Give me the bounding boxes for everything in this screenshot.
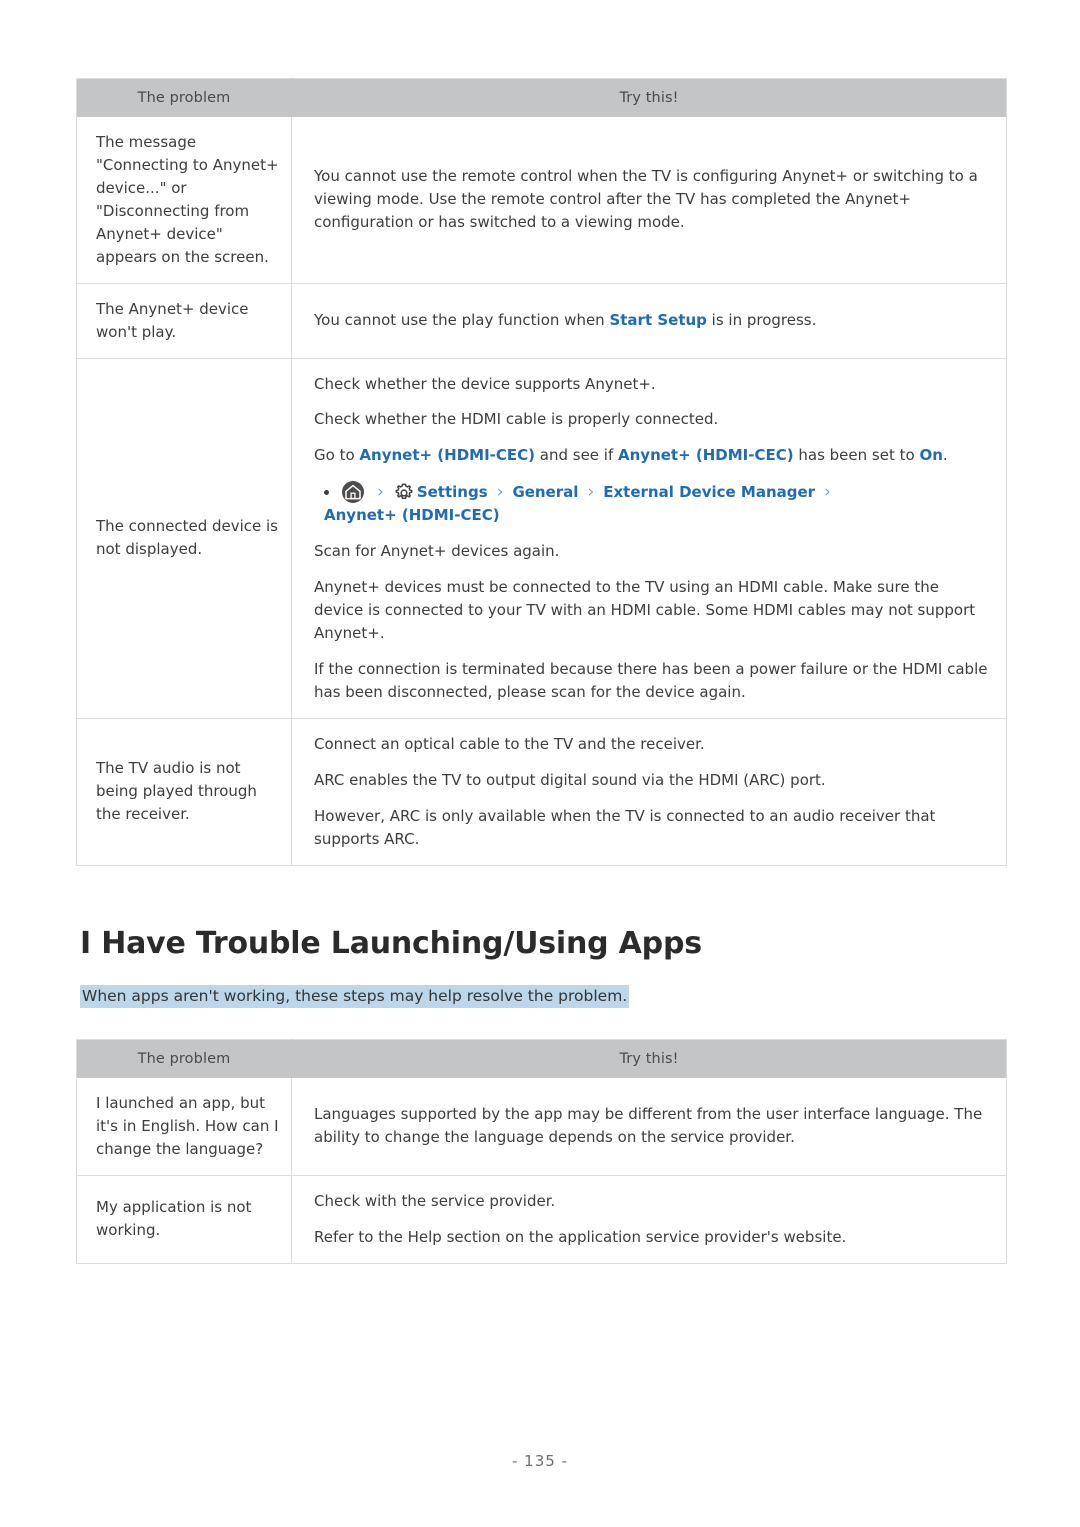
table-one-head: The problem Try this! (76, 78, 1007, 117)
table-row: The problem Try this! (76, 1039, 1007, 1078)
apps-troubleshooting-table: The problem Try this! I launched an app,… (76, 1038, 1007, 1264)
breadcrumb-item-settings[interactable]: Settings (417, 481, 488, 504)
table-row: I launched an app, but it's in English. … (76, 1077, 1007, 1176)
problem-cell: The message "Connecting to Anynet+ devic… (76, 117, 292, 284)
solution-cell: Check whether the device supports Anynet… (291, 357, 1007, 719)
chevron-right-icon: › (587, 481, 595, 502)
solution-paragraph: Check with the service provider. (314, 1191, 556, 1210)
home-icon[interactable] (341, 480, 365, 504)
top-spacer (76, 0, 1004, 78)
breadcrumb: › Settings › General › External Device M… (314, 480, 990, 527)
table-two-head: The problem Try this! (76, 1039, 1007, 1078)
document-page: The problem Try this! The message "Conne… (0, 0, 1080, 1527)
anynet-hdmi-cec-link[interactable]: Anynet+ (HDMI-CEC) (618, 446, 794, 464)
solution-paragraph: You cannot use the play function when St… (314, 309, 990, 332)
problem-cell: The TV audio is not being played through… (76, 717, 292, 866)
column-header-try: Try this! (291, 78, 1007, 117)
section-subtitle-wrapper: When apps aren't working, these steps ma… (80, 983, 1004, 1009)
solution-cell: Languages supported by the app may be di… (292, 1078, 1007, 1175)
text-after-link: is in progress. (706, 311, 817, 330)
solution-paragraph: Scan for Anynet+ devices again. (314, 542, 560, 561)
breadcrumb-item-anynet-hdmi-cec[interactable]: Anynet+ (HDMI-CEC) (324, 504, 500, 527)
table-two-body: I launched an app, but it's in English. … (76, 1077, 1007, 1264)
solution-cell: Check with the service provider. Refer t… (291, 1174, 1007, 1264)
column-header-try: Try this! (291, 1039, 1007, 1078)
chevron-right-icon: › (824, 481, 831, 502)
anynet-troubleshooting-table: The problem Try this! The message "Conne… (76, 78, 1007, 866)
column-header-problem: The problem (76, 1039, 292, 1078)
solution-paragraph: Refer to the Help section on the applica… (314, 1227, 847, 1246)
goto-middle: and see if (535, 446, 619, 465)
goto-setting-line: Go to Anynet+ (HDMI-CEC) and see if Anyn… (314, 444, 990, 467)
goto-suffix: . (942, 446, 948, 465)
column-header-problem: The problem (76, 78, 292, 117)
solution-paragraph: Check whether the HDMI cable is properly… (314, 410, 719, 429)
anynet-hdmi-cec-link[interactable]: Anynet+ (HDMI-CEC) (359, 446, 535, 464)
problem-cell: My application is not working. (76, 1174, 292, 1264)
problem-cell: The Anynet+ device won't play. (76, 282, 292, 358)
solution-paragraph: You cannot use the remote control when t… (314, 167, 978, 232)
table-row: The message "Connecting to Anynet+ devic… (76, 117, 1007, 284)
goto-middle-two: has been set to (793, 446, 920, 465)
gear-icon[interactable] (393, 482, 415, 504)
goto-prefix: Go to (314, 446, 360, 465)
problem-cell: The connected device is not displayed. (76, 357, 292, 719)
table-one-body: The message "Connecting to Anynet+ devic… (76, 117, 1007, 866)
start-setup-link[interactable]: Start Setup (609, 311, 706, 329)
chevron-right-icon: › (377, 481, 384, 502)
table-row: The problem Try this! (76, 78, 1007, 117)
table-row: The TV audio is not being played through… (76, 717, 1007, 866)
solution-paragraph: However, ARC is only available when the … (314, 806, 936, 848)
breadcrumb-item-external-device-manager[interactable]: External Device Manager (603, 481, 815, 504)
problem-cell: I launched an app, but it's in English. … (76, 1077, 292, 1176)
page-title: I Have Trouble Launching/Using Apps (80, 925, 702, 961)
solution-paragraph: Connect an optical cable to the TV and t… (314, 734, 705, 753)
breadcrumb-item-general[interactable]: General (512, 481, 578, 504)
table-row: The connected device is not displayed. C… (76, 357, 1007, 719)
solution-paragraph: If the connection is terminated because … (314, 660, 988, 701)
solution-cell: Connect an optical cable to the TV and t… (291, 717, 1007, 866)
table-row: My application is not working. Check wit… (76, 1174, 1007, 1264)
text-before-link: You cannot use the play function when (314, 311, 610, 330)
solution-cell: You cannot use the play function when St… (291, 282, 1007, 358)
section-subtitle: When apps aren't working, these steps ma… (80, 984, 630, 1008)
bullet-icon (324, 489, 329, 495)
solution-cell: You cannot use the remote control when t… (292, 117, 1007, 283)
solution-paragraph: Languages supported by the app may be di… (314, 1105, 983, 1147)
solution-paragraph: Anynet+ devices must be connected to the… (314, 578, 976, 643)
solution-paragraph: Check whether the device supports Anynet… (314, 374, 656, 393)
page-number: - 135 - (512, 1452, 568, 1470)
solution-paragraph: ARC enables the TV to output digital sou… (314, 770, 826, 789)
table-row: The Anynet+ device won't play. You canno… (76, 282, 1007, 358)
chevron-right-icon: › (496, 481, 504, 502)
on-value-link[interactable]: On (919, 446, 942, 464)
